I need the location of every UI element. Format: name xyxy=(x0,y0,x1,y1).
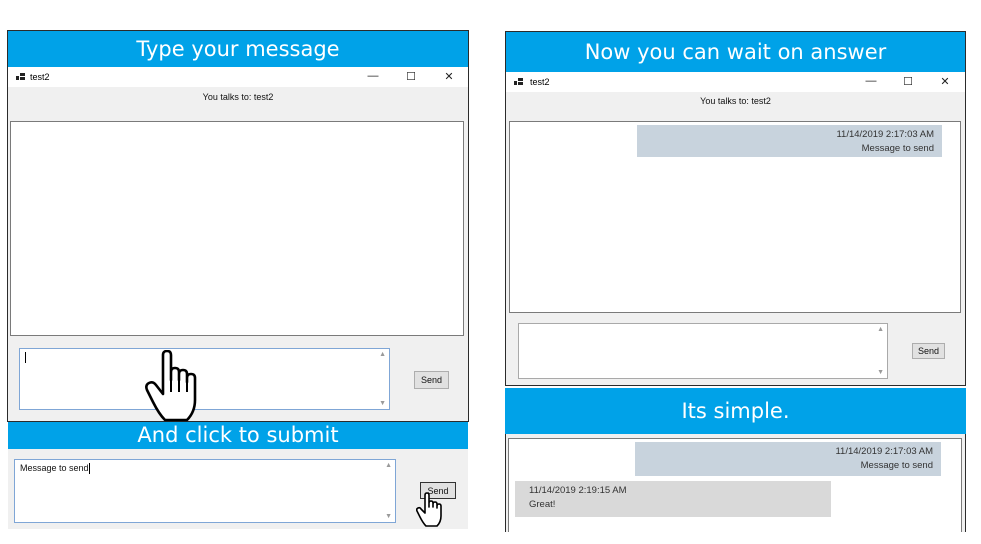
left-banner-bottom-text: And click to submit xyxy=(137,423,339,447)
hand-cursor-icon xyxy=(416,492,442,527)
left-title-bar: test2 — ☐ ✕ xyxy=(8,67,468,87)
right-window-title: test2 xyxy=(530,77,550,87)
close-button[interactable]: ✕ xyxy=(938,75,952,88)
right-chat-history[interactable]: 11/14/2019 2:17:03 AM Message to send xyxy=(509,121,961,313)
window-icon xyxy=(16,73,26,81)
right-message-input[interactable]: ▲ ▼ xyxy=(518,323,888,379)
left-bottom-message-input[interactable]: Message to send ▲ ▼ xyxy=(14,459,396,523)
left-send-button[interactable]: Send xyxy=(414,371,449,389)
close-button[interactable]: ✕ xyxy=(442,70,456,83)
scroll-down-icon[interactable]: ▼ xyxy=(379,400,386,407)
scroll-up-icon[interactable]: ▲ xyxy=(385,462,392,469)
minimize-button[interactable]: — xyxy=(366,70,380,82)
right-bottom-chat-history[interactable]: 11/14/2019 2:17:03 AM Message to send 11… xyxy=(508,438,962,532)
sent-message-bubble: 11/14/2019 2:17:03 AM Message to send xyxy=(637,125,942,157)
message-timestamp: 11/14/2019 2:19:15 AM xyxy=(529,485,627,496)
right-talks-to-label: You talks to: test2 xyxy=(700,96,771,106)
right-banner-top-text: Now you can wait on answer xyxy=(584,39,887,64)
right-banner-middle-text: Its simple. xyxy=(681,398,790,423)
left-banner-bottom: And click to submit xyxy=(8,422,468,449)
right-banner-middle: Its simple. xyxy=(505,388,966,434)
text-caret xyxy=(25,352,26,364)
message-timestamp: 11/14/2019 2:17:03 AM xyxy=(836,129,934,140)
left-talks-to-label: You talks to: test2 xyxy=(202,92,274,102)
right-title-bar: test2 — ☐ ✕ xyxy=(506,72,965,92)
scroll-down-icon[interactable]: ▼ xyxy=(877,369,884,376)
scroll-up-icon[interactable]: ▲ xyxy=(877,326,884,333)
message-timestamp: 11/14/2019 2:17:03 AM xyxy=(835,446,933,457)
scroll-down-icon[interactable]: ▼ xyxy=(385,513,392,520)
message-text: Message to send xyxy=(860,460,933,471)
sent-message-bubble: 11/14/2019 2:17:03 AM Message to send xyxy=(635,442,941,476)
left-window-title: test2 xyxy=(30,72,50,82)
right-send-button[interactable]: Send xyxy=(912,343,945,359)
scroll-up-icon[interactable]: ▲ xyxy=(379,351,386,358)
message-text: Great! xyxy=(529,499,556,510)
left-banner-top: Type your message xyxy=(8,31,468,67)
window-icon xyxy=(514,78,524,86)
message-text: Message to send xyxy=(861,143,934,154)
text-caret xyxy=(88,463,90,475)
left-chat-history[interactable] xyxy=(10,121,464,336)
maximize-button[interactable]: ☐ xyxy=(901,75,915,88)
maximize-button[interactable]: ☐ xyxy=(404,70,418,83)
minimize-button[interactable]: — xyxy=(864,75,878,87)
received-message-bubble: 11/14/2019 2:19:15 AM Great! xyxy=(515,481,831,517)
right-banner-top: Now you can wait on answer xyxy=(506,32,965,72)
left-banner-top-text: Type your message xyxy=(136,36,340,61)
hand-cursor-icon xyxy=(145,350,197,422)
